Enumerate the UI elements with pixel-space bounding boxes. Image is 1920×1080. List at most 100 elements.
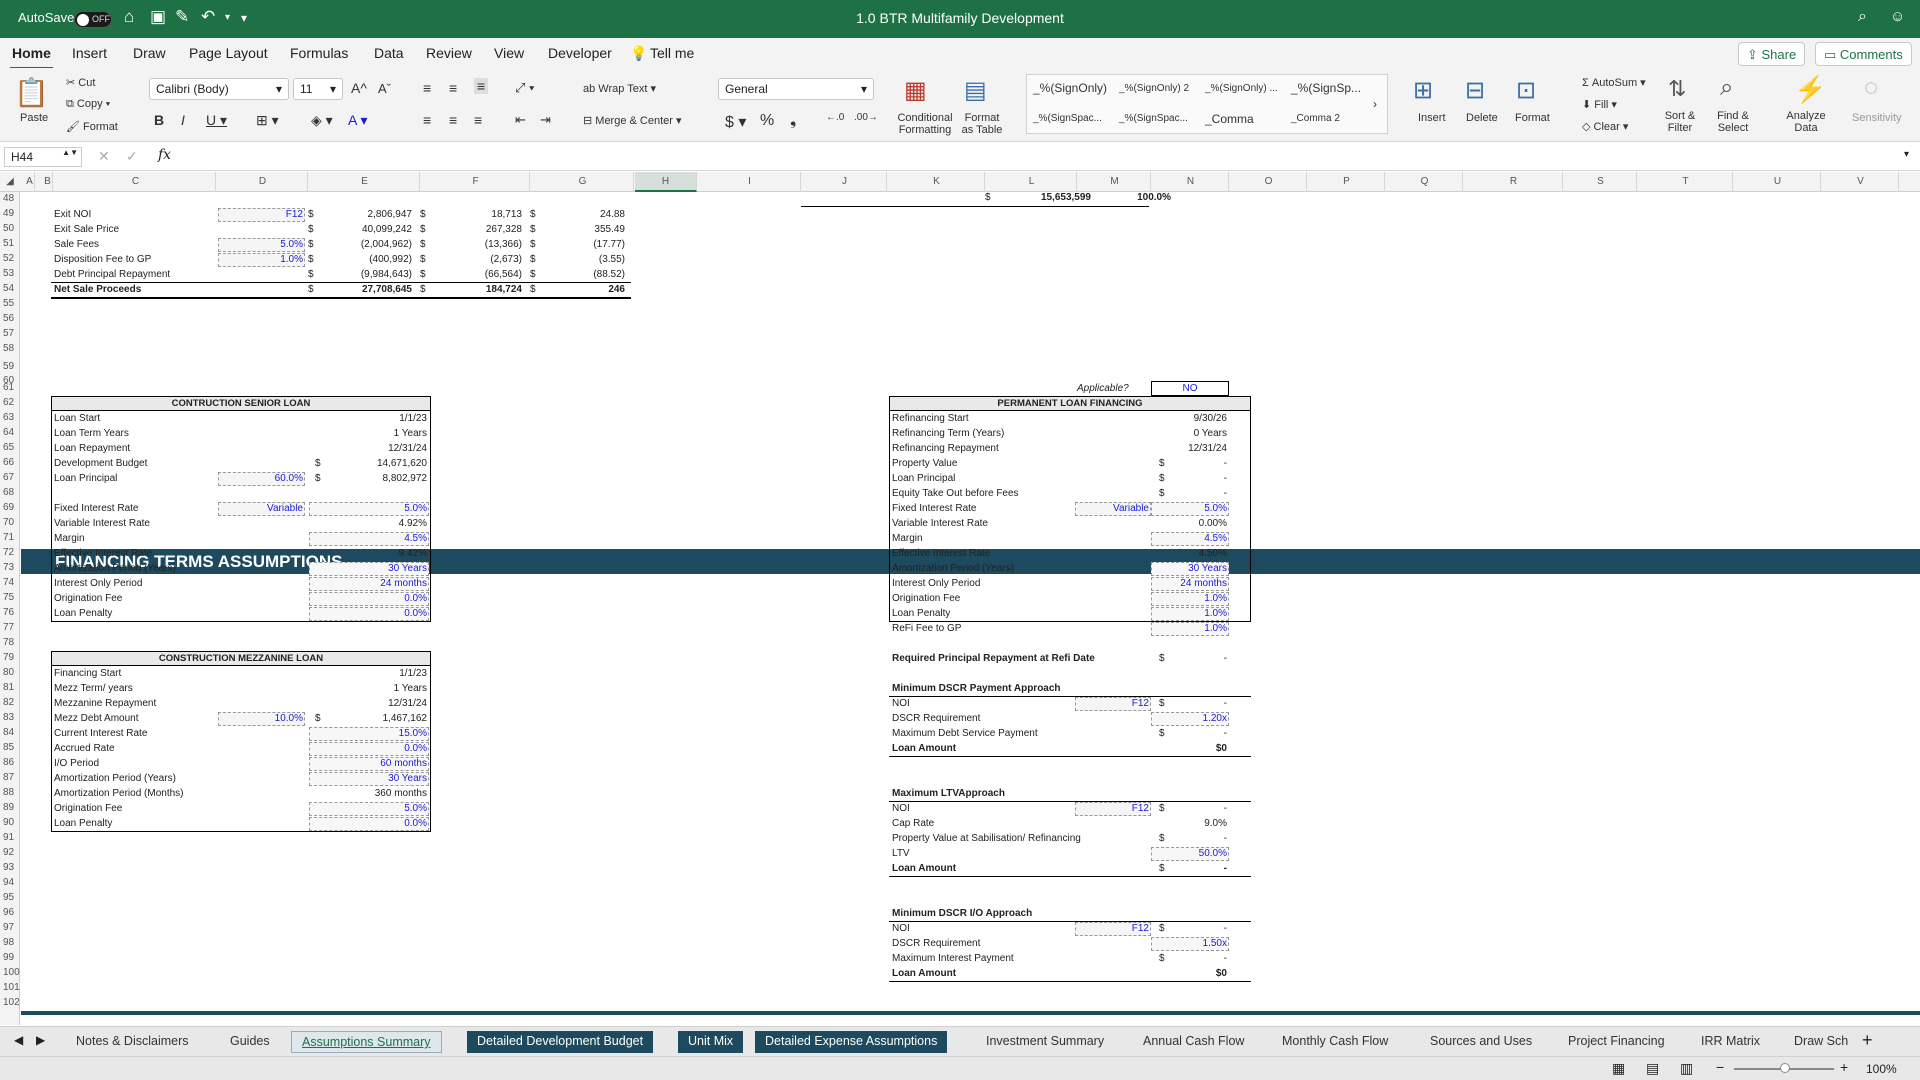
column-header[interactable]: B <box>43 172 53 192</box>
column-header[interactable]: V <box>1823 172 1899 192</box>
loan-value[interactable]: 0.0% <box>321 817 427 830</box>
loan-input[interactable]: 10.0% <box>218 712 303 725</box>
tell-me[interactable]: Tell me <box>650 45 694 61</box>
row-header[interactable]: 64 <box>0 427 20 438</box>
page-break-view-icon[interactable]: ▥ <box>1680 1060 1693 1077</box>
next-sheet-icon[interactable]: ▶ <box>36 1033 45 1047</box>
row-header[interactable]: 94 <box>0 877 20 888</box>
tab-formulas[interactable]: Formulas <box>290 45 348 61</box>
sheet-tab[interactable]: Draw Sch <box>1784 1031 1854 1053</box>
loan-value[interactable]: 30 Years <box>321 772 427 785</box>
align-middle-icon[interactable]: ≡ <box>449 80 457 96</box>
sheet-tab[interactable]: Notes & Disclaimers <box>66 1031 199 1053</box>
conditional-formatting-icon[interactable]: ▦ <box>904 76 927 105</box>
loan-value[interactable]: 4.5% <box>321 532 427 545</box>
font-shrink-icon[interactable]: Aˇ <box>378 81 391 96</box>
sort-filter-icon[interactable]: ⇅ <box>1668 76 1686 102</box>
row-header[interactable]: 88 <box>0 787 20 798</box>
cut-button[interactable]: ✂ Cut <box>66 76 95 89</box>
tab-insert[interactable]: Insert <box>72 45 107 61</box>
row-header[interactable]: 70 <box>0 517 20 528</box>
sensitivity-icon[interactable]: ◌ <box>1864 74 1878 102</box>
font-grow-icon[interactable]: A^ <box>351 80 367 96</box>
sheet-tab[interactable]: Detailed Expense Assumptions <box>755 1031 948 1053</box>
function-icon[interactable]: fx <box>158 147 171 163</box>
decrease-decimal-icon[interactable]: .00→ <box>854 112 878 123</box>
column-header[interactable]: S <box>1565 172 1637 192</box>
column-header[interactable]: D <box>218 172 308 192</box>
zoom-in-icon[interactable]: + <box>1840 1059 1848 1075</box>
sheet-tab[interactable]: Project Financing <box>1558 1031 1675 1053</box>
align-bottom-icon[interactable]: ≡ <box>474 78 489 94</box>
row-header[interactable]: 91 <box>0 832 20 843</box>
expand-formula-icon[interactable]: ▾ <box>1904 149 1909 160</box>
row-header[interactable]: 74 <box>0 577 20 588</box>
sheet-tab[interactable]: IRR Matrix <box>1691 1031 1770 1053</box>
format-painter-button[interactable]: 🖌 Format <box>66 120 118 133</box>
row-header[interactable]: 81 <box>0 682 20 693</box>
column-header[interactable]: L <box>987 172 1077 192</box>
row-header[interactable]: 90 <box>0 817 20 828</box>
row-header[interactable]: 73 <box>0 562 20 573</box>
loan-value[interactable]: 5.0% <box>1161 502 1227 515</box>
row-header[interactable]: 48 <box>0 193 20 204</box>
row-header[interactable]: 83 <box>0 712 20 723</box>
row-header[interactable]: 87 <box>0 772 20 783</box>
approach-input[interactable]: F12 <box>1075 802 1149 815</box>
loan-value[interactable]: 1.0% <box>1161 592 1227 605</box>
font-size-select[interactable]: 11 ▾ <box>293 78 343 100</box>
row-header[interactable]: 79 <box>0 652 20 663</box>
row-header[interactable]: 61 <box>0 382 20 393</box>
approach-input[interactable]: F12 <box>1075 922 1149 935</box>
chevron-right-icon[interactable]: › <box>1373 97 1377 111</box>
column-header[interactable]: N <box>1153 172 1229 192</box>
row-header[interactable]: 51 <box>0 238 20 249</box>
column-header[interactable]: G <box>532 172 634 192</box>
column-header[interactable]: T <box>1639 172 1733 192</box>
loan-input[interactable]: Variable <box>218 502 303 515</box>
bold-button[interactable]: B <box>154 112 164 128</box>
merge-center-button[interactable]: ⊟ Merge & Center ▾ <box>583 114 682 127</box>
select-all-corner[interactable]: ◢ <box>0 172 20 192</box>
loan-value[interactable]: 24 months <box>321 577 427 590</box>
row-header[interactable]: 99 <box>0 952 20 963</box>
page-layout-view-icon[interactable]: ▤ <box>1646 1060 1659 1077</box>
add-sheet-icon[interactable]: + <box>1862 1030 1873 1051</box>
zoom-slider-thumb[interactable] <box>1780 1063 1790 1073</box>
prev-sheet-icon[interactable]: ◀ <box>14 1033 23 1047</box>
row-header[interactable]: 69 <box>0 502 20 513</box>
row-header[interactable]: 101 <box>0 982 20 993</box>
profile-icon[interactable]: ☺ <box>1890 8 1905 25</box>
loan-value[interactable]: 4.5% <box>1161 532 1227 545</box>
column-header[interactable]: R <box>1465 172 1563 192</box>
sheet-tab[interactable]: Guides <box>220 1031 280 1053</box>
column-header[interactable]: Q <box>1387 172 1463 192</box>
orientation-icon[interactable]: ⤢ ▾ <box>515 80 534 96</box>
row-header[interactable]: 92 <box>0 847 20 858</box>
row-header[interactable]: 55 <box>0 298 20 309</box>
column-header[interactable]: I <box>699 172 801 192</box>
row-header[interactable]: 86 <box>0 757 20 768</box>
fill-color-icon[interactable]: ◈ ▾ <box>311 112 333 129</box>
zoom-out-icon[interactable]: − <box>1716 1059 1724 1075</box>
row-header[interactable]: 82 <box>0 697 20 708</box>
row-header[interactable]: 75 <box>0 592 20 603</box>
exit-input[interactable]: F12 <box>218 208 303 221</box>
clear-button[interactable]: ◇ Clear ▾ <box>1582 120 1628 133</box>
loan-value[interactable]: 0.0% <box>321 607 427 620</box>
cell-style-item[interactable]: _Comma <box>1205 112 1254 126</box>
row-header[interactable]: 76 <box>0 607 20 618</box>
align-left-icon[interactable]: ≡ <box>423 112 431 128</box>
row-header[interactable]: 102 <box>0 997 20 1008</box>
row-header[interactable]: 80 <box>0 667 20 678</box>
loan-value[interactable]: 5.0% <box>321 802 427 815</box>
row-header[interactable]: 49 <box>0 208 20 219</box>
normal-view-icon[interactable]: ▦ <box>1612 1060 1625 1077</box>
comments-button[interactable]: ▭ Comments <box>1815 42 1912 66</box>
align-top-icon[interactable]: ≡ <box>423 80 431 96</box>
sheet-tab[interactable]: Unit Mix <box>678 1031 744 1053</box>
indent-decrease-icon[interactable]: ⇤ <box>515 112 526 128</box>
italic-button[interactable]: I <box>181 112 185 128</box>
increase-decimal-icon[interactable]: ←.0 <box>826 112 844 123</box>
row-header[interactable]: 54 <box>0 283 20 294</box>
